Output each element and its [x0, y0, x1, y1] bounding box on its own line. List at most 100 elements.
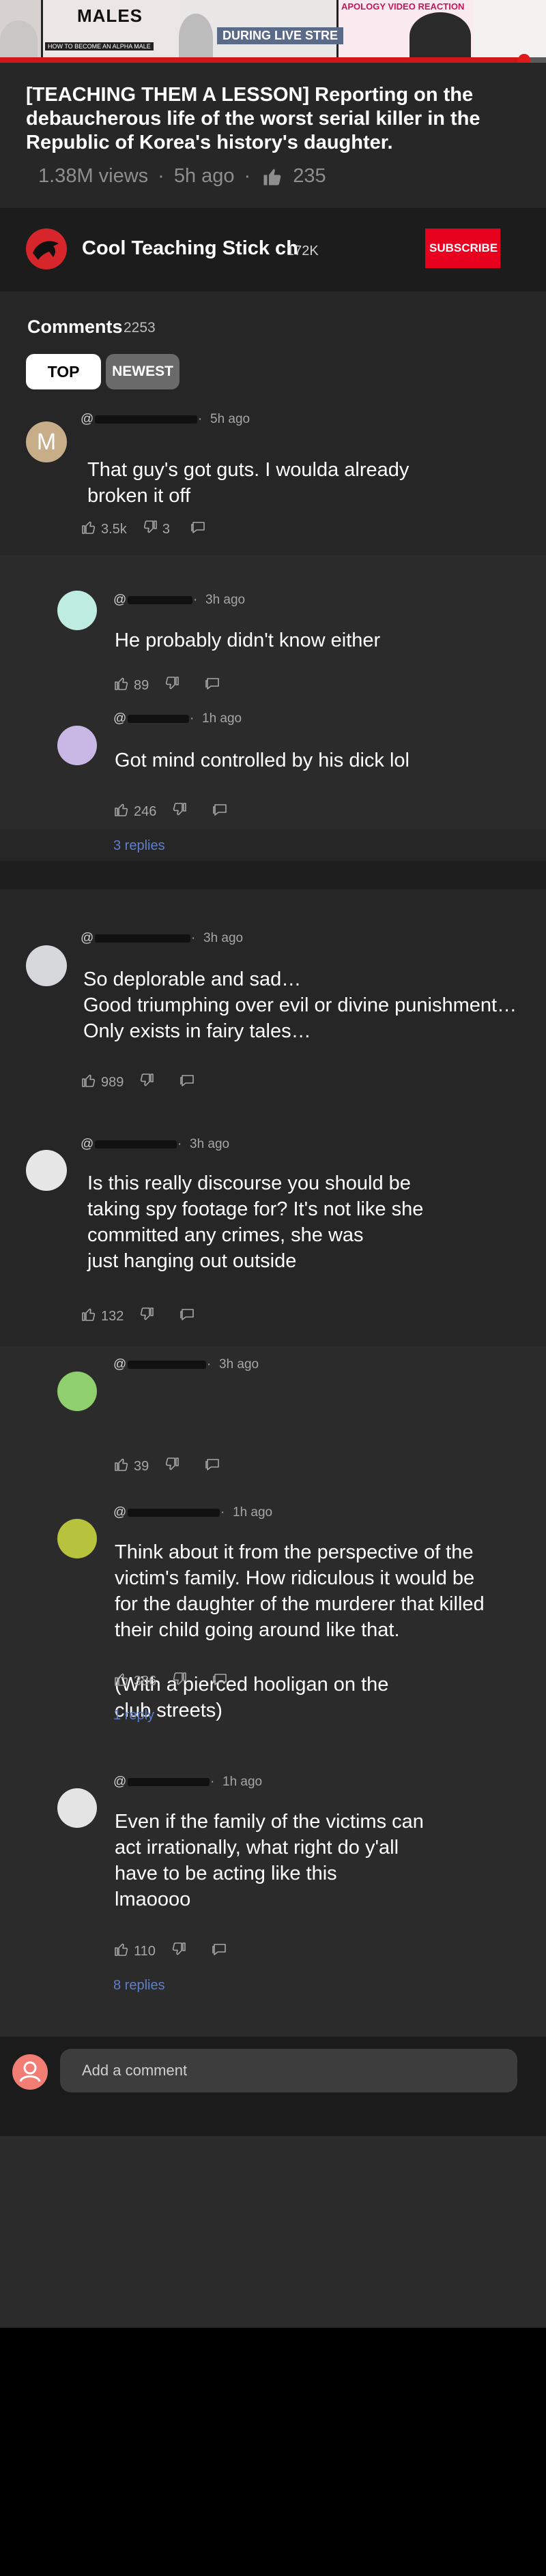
thumb-up-icon[interactable]	[113, 801, 130, 822]
separator: ·	[210, 1775, 215, 1789]
commenter-handle[interactable]: @	[113, 1775, 210, 1790]
comment-like-count: 386	[134, 1673, 157, 1689]
commenter-avatar[interactable]	[57, 1519, 97, 1558]
comment-time: 1h ago	[233, 1505, 273, 1520]
thumb-down-icon[interactable]	[171, 1671, 188, 1691]
upload-age: 5h ago	[173, 165, 235, 187]
separator: ·	[158, 165, 164, 187]
subscriber-count: 172K	[287, 243, 319, 258]
commenter-handle[interactable]: @	[113, 1357, 207, 1372]
channel-row: Cool Teaching Stick ch 172K SUBSCRIBE	[0, 208, 546, 291]
video-info: [TEACHING THEM A LESSON] Reporting on th…	[0, 63, 546, 208]
reply-icon[interactable]	[205, 675, 221, 696]
thumb-up-icon[interactable]	[81, 519, 97, 539]
tab-top[interactable]: TOP	[26, 354, 101, 389]
comment-like-count: 110	[134, 1943, 156, 1959]
comment-text: That guy's got guts. I woulda already br…	[87, 459, 410, 507]
thumbnail-panel	[473, 0, 546, 57]
reply-icon[interactable]	[179, 1306, 196, 1327]
thumb-down-icon[interactable]	[164, 1456, 180, 1477]
comment-time: 5h ago	[210, 412, 250, 426]
section-divider	[0, 861, 546, 889]
page: MALES HOW TO BECOME AN ALPHA MALE DURING…	[0, 0, 546, 2576]
channel-avatar[interactable]	[26, 228, 67, 269]
commenter-avatar[interactable]	[57, 1372, 97, 1411]
redacted-username	[128, 1508, 220, 1517]
commenter-handle[interactable]: @	[113, 711, 190, 726]
redacted-username	[128, 714, 190, 723]
reply-icon[interactable]	[205, 1456, 221, 1477]
thumb-down-icon[interactable]	[139, 1072, 155, 1093]
commenter-avatar[interactable]	[57, 591, 97, 630]
view-replies-link[interactable]: 3 replies	[113, 838, 165, 854]
reply-icon[interactable]	[212, 1671, 229, 1691]
commenter-handle[interactable]: @	[81, 412, 198, 427]
thumb-up-icon[interactable]	[81, 1306, 97, 1327]
commenter-avatar[interactable]	[26, 945, 67, 986]
thumb-down-icon[interactable]	[142, 519, 158, 539]
view-count: 1.38M views	[38, 165, 149, 187]
video-player[interactable]: MALES HOW TO BECOME AN ALPHA MALE DURING…	[0, 0, 546, 57]
separator: ·	[193, 593, 198, 607]
comment-actions: 89	[113, 675, 221, 696]
separator: ·	[177, 1137, 182, 1151]
subscribe-button[interactable]: SUBSCRIBE	[425, 228, 500, 268]
comment-time: 1h ago	[202, 711, 242, 726]
comment-time: 3h ago	[203, 931, 244, 945]
reply-icon[interactable]	[212, 801, 229, 822]
separator: ·	[191, 931, 196, 945]
add-comment-input[interactable]	[60, 2049, 517, 2092]
commenter-handle[interactable]: @	[113, 593, 193, 608]
thumb-down-icon[interactable]	[171, 1941, 187, 1961]
thumb-up-icon[interactable]	[113, 1671, 130, 1691]
comment-time: 3h ago	[190, 1137, 230, 1151]
video-progress-bar[interactable]	[0, 54, 546, 66]
tab-newest[interactable]: NEWEST	[106, 354, 179, 389]
commenter-handle[interactable]: @	[113, 1505, 220, 1520]
thumb-down-icon[interactable]	[171, 801, 188, 822]
comment-text: He probably didn't know either	[115, 630, 381, 651]
comment-text: Got mind controlled by his dick lol	[115, 750, 410, 771]
commenter-avatar[interactable]: M	[26, 421, 67, 462]
comment-actions: 132	[81, 1306, 196, 1327]
comment-text: Think about it from the perspective of t…	[115, 1541, 485, 1641]
comments-heading: Comments	[27, 316, 123, 337]
redacted-username	[128, 1360, 207, 1369]
thumb-up-icon[interactable]	[261, 166, 283, 187]
comment-like-count: 3.5k	[101, 521, 127, 537]
user-icon	[19, 2061, 41, 2082]
commenter-handle[interactable]: @	[81, 1137, 177, 1152]
thumbnail-text: MALES	[77, 5, 143, 26]
thumb-down-icon[interactable]	[164, 675, 180, 696]
avatar-initial: M	[36, 428, 57, 455]
thumb-down-icon[interactable]	[139, 1306, 155, 1327]
commenter-avatar[interactable]	[26, 1150, 67, 1191]
progress-fill	[0, 57, 524, 63]
comment-like-count: 39	[134, 1458, 149, 1474]
channel-logo-icon	[33, 241, 59, 260]
thumb-up-icon[interactable]	[113, 1941, 130, 1961]
commenter-handle[interactable]: @	[81, 931, 191, 946]
comments-section: Comments 2253 TOP NEWEST M @5h ago · That g…	[0, 291, 546, 2328]
channel-name[interactable]: Cool Teaching Stick ch	[82, 237, 298, 260]
comment-like-count: 246	[134, 803, 157, 819]
redacted-username	[95, 934, 191, 943]
comment-actions: 110	[113, 1941, 228, 1961]
comment-text: Is this really discourse you should be t…	[87, 1172, 424, 1272]
reply-icon[interactable]	[212, 1941, 228, 1961]
reply-icon[interactable]	[190, 519, 207, 539]
view-replies-link[interactable]: 8 replies	[113, 1978, 165, 1994]
comment-text: So deplorable and sad… Good triumphing o…	[83, 968, 517, 1042]
separator: ·	[207, 1357, 212, 1372]
commenter-avatar[interactable]	[57, 1788, 97, 1828]
thumb-up-icon[interactable]	[81, 1072, 97, 1093]
thumbnail-text: HOW TO BECOME AN ALPHA MALE	[45, 42, 154, 50]
view-replies-link[interactable]: 1 reply	[113, 1708, 154, 1723]
redacted-username	[95, 1140, 177, 1149]
thumb-up-icon[interactable]	[113, 675, 130, 696]
comment-like-count: 89	[134, 677, 149, 693]
thumb-up-icon[interactable]	[113, 1456, 130, 1477]
reply-icon[interactable]	[179, 1072, 196, 1093]
commenter-avatar[interactable]	[57, 726, 97, 765]
thumbnail-figure	[179, 14, 213, 57]
